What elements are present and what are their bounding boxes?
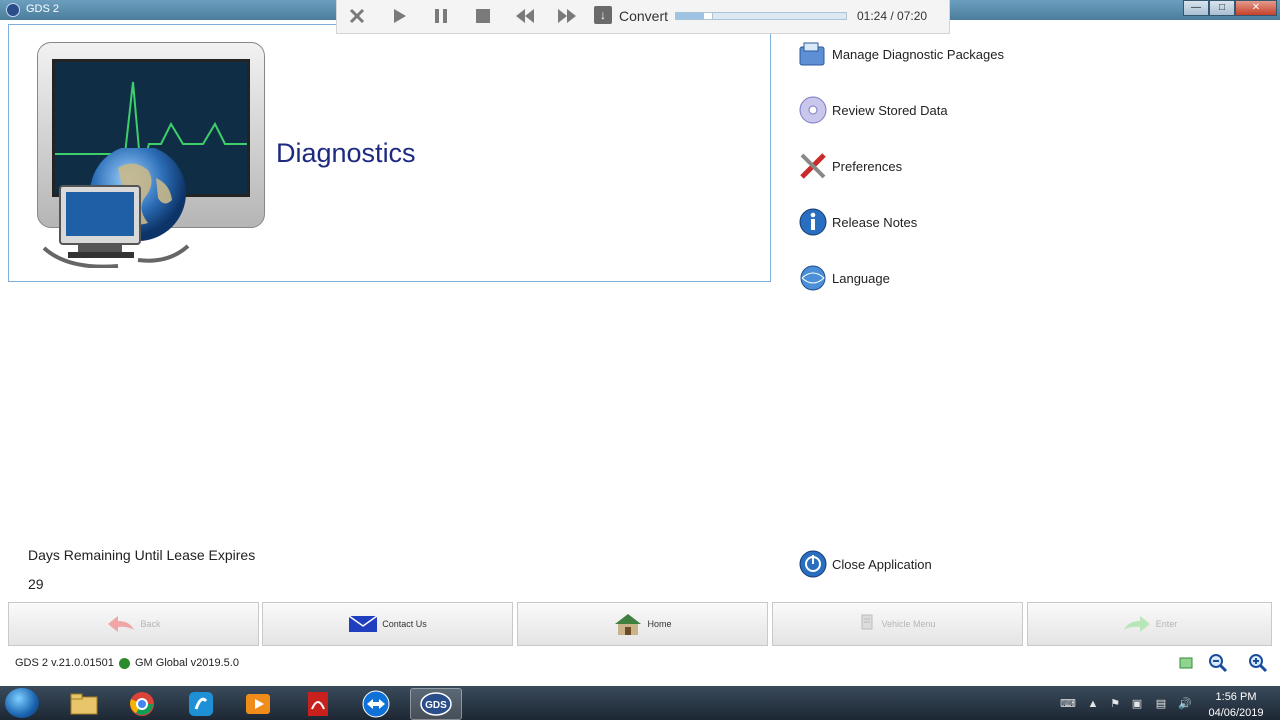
gm-global-version: GM Global v2019.5.0: [135, 657, 239, 669]
vehicle-menu-label: Vehicle Menu: [881, 619, 936, 629]
gds-app-icon: [6, 3, 20, 17]
close-player-button[interactable]: [345, 5, 369, 27]
info-icon: [798, 207, 828, 237]
lease-label: Days Remaining Until Lease Expires: [28, 547, 256, 563]
minimize-button[interactable]: —: [1183, 0, 1209, 16]
volume-icon[interactable]: 🔊: [1178, 697, 1192, 711]
chrome-taskbar-button[interactable]: [116, 688, 168, 720]
status-check-icon: [1179, 657, 1193, 669]
stop-icon: [476, 9, 490, 23]
contact-us-label: Contact Us: [382, 619, 427, 629]
review-stored-data-link[interactable]: Review Stored Data: [798, 95, 948, 125]
fast-forward-icon: [558, 9, 576, 23]
manage-diagnostic-packages-link[interactable]: Manage Diagnostic Packages: [798, 39, 1004, 69]
pause-button[interactable]: [429, 5, 453, 27]
contact-us-button[interactable]: Contact Us: [262, 602, 513, 646]
window-title: GDS 2: [26, 3, 60, 15]
download-icon[interactable]: ↓: [594, 6, 612, 24]
menu-item-label: Release Notes: [832, 214, 918, 230]
gds-taskbar-button[interactable]: GDS: [410, 688, 462, 720]
gds-app-taskbar-icon: GDS: [420, 692, 452, 716]
tools-icon: [798, 151, 828, 181]
remote-support-icon: [189, 692, 213, 716]
close-application-link[interactable]: Close Application: [798, 549, 932, 579]
preferences-link[interactable]: Preferences: [798, 151, 902, 181]
play-button[interactable]: [387, 5, 411, 27]
home-button[interactable]: Home: [517, 602, 768, 646]
video-player-toolbar: ↓ Convert 01:24 / 07:20: [336, 0, 950, 34]
stop-button[interactable]: [471, 5, 495, 27]
envelope-icon: [348, 615, 378, 632]
menu-item-label: Preferences: [832, 158, 903, 174]
pdf-icon: [308, 692, 328, 716]
disc-icon: [798, 95, 828, 125]
svg-text:GDS: GDS: [425, 700, 447, 711]
seek-bar[interactable]: [675, 12, 847, 20]
start-button[interactable]: [5, 688, 39, 718]
connection-status-indicator: [119, 658, 130, 669]
menu-item-label: Language: [832, 270, 890, 286]
menu-item-label: Review Stored Data: [832, 102, 948, 118]
folder-box-icon: [798, 39, 828, 69]
enter-label: Enter: [1155, 619, 1178, 629]
pdf-reader-taskbar-button[interactable]: [292, 688, 344, 720]
security-icon[interactable]: ▣: [1130, 697, 1144, 711]
language-link[interactable]: Language: [798, 263, 890, 293]
media-player-icon: [246, 694, 270, 714]
show-hidden-icons[interactable]: ▲: [1086, 697, 1100, 711]
version-text: GDS 2 v.21.0.01501: [15, 657, 114, 669]
network-icon[interactable]: ▤: [1154, 697, 1168, 711]
power-icon: [798, 549, 828, 579]
language-globe-icon: [798, 263, 828, 293]
page-title: Diagnostics: [276, 138, 416, 168]
back-button[interactable]: Back: [8, 602, 259, 646]
play-icon: [394, 9, 406, 23]
fast-forward-button[interactable]: [555, 5, 579, 27]
menu-item-label: Close Application: [832, 556, 932, 572]
seek-knob[interactable]: [703, 12, 714, 20]
folder-icon: [70, 693, 98, 715]
zoom-in-icon[interactable]: [1248, 653, 1268, 673]
teamviewer-icon: [362, 690, 390, 718]
lease-days-value: 29: [28, 576, 44, 592]
release-notes-link[interactable]: Release Notes: [798, 207, 917, 237]
chrome-icon: [130, 692, 154, 716]
vehicle-menu-button[interactable]: Vehicle Menu: [772, 602, 1023, 646]
home-icon: [615, 614, 642, 635]
vehicle-menu-icon: [861, 614, 873, 630]
taskbar-clock-date[interactable]: 04/06/2019: [1204, 707, 1268, 719]
file-explorer-taskbar-button[interactable]: [58, 688, 110, 720]
back-arrow-icon: [108, 616, 135, 632]
taskbar-clock-time[interactable]: 1:56 PM: [1212, 691, 1260, 703]
menu-item-label: Manage Diagnostic Packages: [832, 46, 1004, 62]
enter-button[interactable]: Enter: [1027, 602, 1272, 646]
globe-laptop-icon: [42, 148, 190, 268]
time-display: 01:24 / 07:20: [857, 9, 928, 23]
teamviewer-taskbar-button[interactable]: [350, 688, 402, 720]
enter-arrow-icon: [1123, 616, 1150, 632]
rewind-icon: [516, 9, 534, 23]
back-label: Back: [140, 619, 161, 629]
home-label: Home: [647, 619, 672, 629]
keyboard-icon[interactable]: ⌨: [1060, 697, 1076, 711]
close-icon: [349, 8, 365, 24]
remote-app-taskbar-button[interactable]: [175, 688, 227, 720]
close-window-button[interactable]: ✕: [1235, 0, 1277, 16]
media-player-taskbar-button[interactable]: [232, 688, 284, 720]
rewind-button[interactable]: [513, 5, 537, 27]
maximize-button[interactable]: □: [1209, 0, 1235, 16]
pause-icon: [435, 9, 447, 23]
convert-button[interactable]: Convert: [619, 8, 668, 24]
zoom-out-icon[interactable]: [1208, 653, 1228, 673]
action-center-flag-icon[interactable]: ⚑: [1108, 697, 1122, 711]
